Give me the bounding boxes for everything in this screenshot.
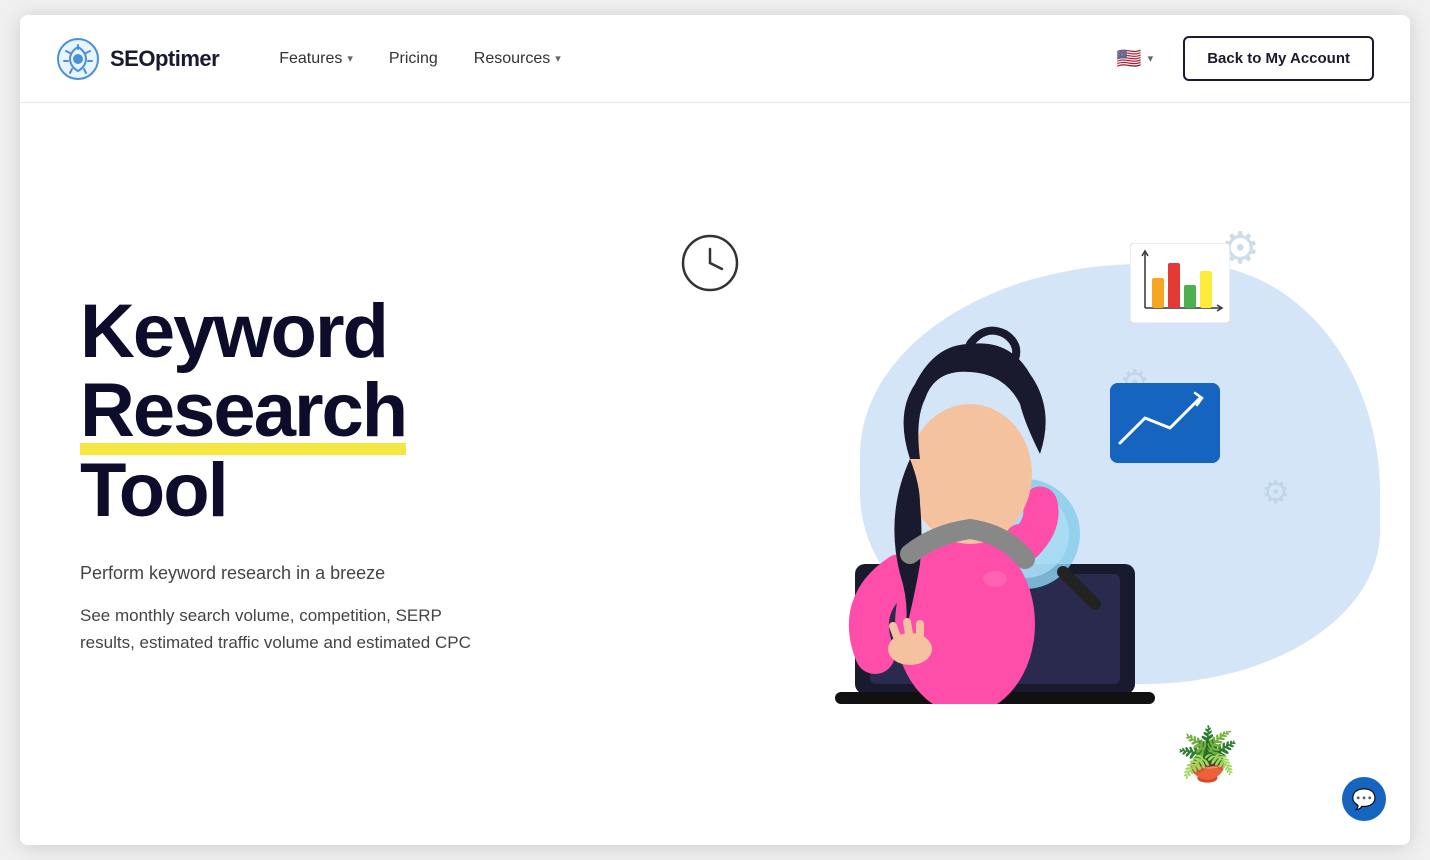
features-nav-link[interactable]: Features ▾ (279, 50, 353, 68)
logo-link[interactable]: SEOptimer (56, 37, 219, 81)
resources-nav-link[interactable]: Resources ▾ (474, 50, 561, 68)
hero-description: See monthly search volume, competition, … (80, 602, 500, 656)
logo-icon (56, 37, 100, 81)
navbar: SEOptimer Features ▾ Pricing Resources ▾… (20, 15, 1410, 103)
hero-subtitle: Perform keyword research in a breeze (80, 563, 580, 584)
brand-name: SEOptimer (110, 46, 219, 72)
plant-icon: 🪴 (1175, 724, 1240, 785)
features-chevron-icon: ▾ (347, 52, 353, 65)
highlight-research: Research (80, 371, 406, 451)
language-selector[interactable]: 🇺🇸 ▾ (1107, 40, 1163, 77)
clock-icon (680, 233, 740, 293)
gear-icon-3: ⚙ (1261, 473, 1290, 511)
hero-title: Keyword Research Tool (80, 292, 580, 531)
nav-right: 🇺🇸 ▾ Back to My Account (1107, 36, 1374, 81)
chat-button[interactable]: 💬 (1342, 777, 1386, 821)
chat-icon: 💬 (1352, 787, 1377, 812)
language-chevron-icon: ▾ (1148, 52, 1154, 65)
hero-right: ⚙ ⚙ ⚙ (580, 143, 1350, 805)
pricing-nav-link[interactable]: Pricing (389, 50, 438, 68)
nav-links: Features ▾ Pricing Resources ▾ (279, 50, 1107, 68)
back-to-account-button[interactable]: Back to My Account (1183, 36, 1374, 81)
resources-chevron-icon: ▾ (555, 52, 561, 65)
hero-left: Keyword Research Tool Perform keyword re… (80, 292, 580, 657)
us-flag-icon: 🇺🇸 (1117, 46, 1142, 71)
browser-frame: SEOptimer Features ▾ Pricing Resources ▾… (20, 15, 1410, 845)
hero-illustration (755, 244, 1175, 704)
hero-section: Keyword Research Tool Perform keyword re… (20, 103, 1410, 845)
